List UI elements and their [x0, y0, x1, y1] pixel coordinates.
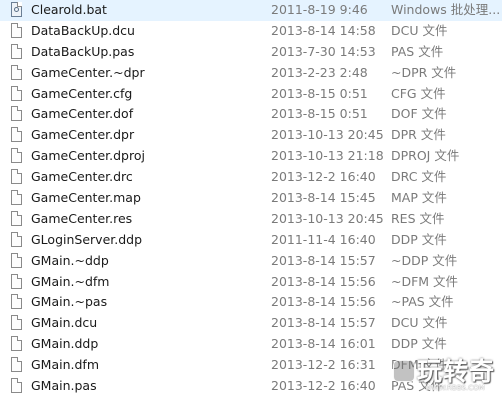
file-date-modified: 2013-10-13 21:18 — [271, 148, 384, 164]
file-icon — [11, 64, 22, 80]
file-list: Clearold.bat 2011-8-19 9:46 Windows 批处理...… — [0, 0, 502, 397]
file-name: GameCenter.map — [31, 190, 141, 206]
file-icon — [11, 43, 22, 59]
file-row[interactable]: GLoginServer.ddp 2011-11-4 16:40 DDP 文件 — [0, 230, 502, 251]
file-name: GMain.ddp — [31, 336, 99, 352]
file-row[interactable]: GameCenter.dof 2013-8-15 0:51 DOF 文件 — [0, 104, 502, 125]
file-icon — [11, 357, 22, 373]
file-type: ~DFM 文件 — [391, 273, 459, 289]
file-row[interactable]: GameCenter.dpr 2013-10-13 20:45 DPR 文件 — [0, 125, 502, 146]
file-row[interactable]: GameCenter.map 2013-8-14 15:45 MAP 文件 — [0, 188, 502, 209]
file-type: DCU 文件 — [391, 22, 448, 38]
file-name: GMain.~ddp — [31, 252, 109, 268]
file-type: DPROJ 文件 — [391, 148, 460, 164]
file-type: ~PAS 文件 — [391, 294, 454, 310]
file-icon — [11, 190, 22, 206]
file-name: GameCenter.cfg — [31, 85, 133, 101]
file-date-modified: 2013-8-14 15:57 — [271, 315, 376, 331]
file-date-modified: 2013-10-13 20:45 — [271, 127, 384, 143]
file-icon — [11, 378, 22, 394]
file-date-modified: 2013-10-13 20:45 — [271, 210, 384, 226]
file-icon — [11, 210, 22, 226]
file-icon — [11, 22, 22, 38]
file-type: DRC 文件 — [391, 169, 447, 185]
file-icon — [11, 336, 22, 352]
file-name: GameCenter.dpr — [31, 127, 135, 143]
file-row[interactable]: GMain.pas 2013-12-2 16:40 PAS 文件 — [0, 376, 502, 397]
file-row[interactable]: DataBackUp.pas 2013-7-30 14:53 PAS 文件 — [0, 42, 502, 63]
file-type: ~DDP 文件 — [391, 252, 458, 268]
file-icon — [11, 127, 22, 143]
file-date-modified: 2011-11-4 16:40 — [271, 231, 376, 247]
file-icon — [11, 252, 22, 268]
file-date-modified: 2013-8-14 15:56 — [271, 273, 376, 289]
batch-file-icon — [11, 2, 22, 17]
file-date-modified: 2013-12-2 16:31 — [271, 357, 376, 373]
file-row[interactable]: GameCenter.res 2013-10-13 20:45 RES 文件 — [0, 209, 502, 230]
file-date-modified: 2013-2-23 2:48 — [271, 64, 368, 80]
file-name: GameCenter.res — [31, 210, 133, 226]
file-icon — [11, 148, 22, 164]
file-name: GameCenter.dof — [31, 106, 134, 122]
file-date-modified: 2013-8-15 0:51 — [271, 106, 368, 122]
file-row[interactable]: GameCenter.~dpr 2013-2-23 2:48 ~DPR 文件 — [0, 63, 502, 84]
file-row[interactable]: GameCenter.drc 2013-12-2 16:40 DRC 文件 — [0, 167, 502, 188]
file-name: GameCenter.dproj — [31, 148, 145, 164]
file-row[interactable]: GMain.~ddp 2013-8-14 15:57 ~DDP 文件 — [0, 251, 502, 272]
file-name: Clearold.bat — [31, 2, 107, 17]
file-row[interactable]: DataBackUp.dcu 2013-8-14 14:58 DCU 文件 — [0, 21, 502, 42]
file-row[interactable]: GMain.~dfm 2013-8-14 15:56 ~DFM 文件 — [0, 272, 502, 293]
file-row[interactable]: GMain.dcu 2013-8-14 15:57 DCU 文件 — [0, 313, 502, 334]
file-name: GMain.pas — [31, 378, 97, 394]
file-type: DFM 文件 — [391, 357, 448, 373]
file-date-modified: 2013-8-14 15:57 — [271, 252, 376, 268]
file-icon — [11, 294, 22, 310]
file-type: RES 文件 — [391, 210, 445, 226]
file-name: GLoginServer.ddp — [31, 231, 143, 247]
file-row[interactable]: GameCenter.cfg 2013-8-15 0:51 CFG 文件 — [0, 84, 502, 105]
file-name: GMain.~dfm — [31, 273, 110, 289]
file-type: DOF 文件 — [391, 106, 447, 122]
file-type: DCU 文件 — [391, 315, 448, 331]
file-name: GMain.dfm — [31, 357, 100, 373]
file-icon — [11, 315, 22, 331]
file-type: DPR 文件 — [391, 127, 446, 143]
file-type: DDP 文件 — [391, 231, 447, 247]
file-type: DDP 文件 — [391, 336, 447, 352]
file-row[interactable]: GMain.dfm 2013-12-2 16:31 DFM 文件 — [0, 355, 502, 376]
file-date-modified: 2013-12-2 16:40 — [271, 378, 376, 394]
file-name: GMain.dcu — [31, 315, 98, 331]
file-date-modified: 2011-8-19 9:46 — [271, 2, 368, 17]
file-icon — [11, 169, 22, 185]
file-date-modified: 2013-12-2 16:40 — [271, 169, 376, 185]
file-date-modified: 2013-8-14 14:58 — [271, 22, 376, 38]
file-row[interactable]: GameCenter.dproj 2013-10-13 21:18 DPROJ 文件 — [0, 146, 502, 167]
file-row[interactable]: GMain.ddp 2013-8-14 16:01 DDP 文件 — [0, 334, 502, 355]
file-name: GameCenter.~dpr — [31, 64, 145, 80]
file-name: DataBackUp.dcu — [31, 22, 135, 38]
file-row[interactable]: GMain.~pas 2013-8-14 15:56 ~PAS 文件 — [0, 292, 502, 313]
file-type: CFG 文件 — [391, 85, 446, 101]
file-icon — [11, 273, 22, 289]
file-type: ~DPR 文件 — [391, 64, 457, 80]
file-date-modified: 2013-8-14 16:01 — [271, 336, 376, 352]
file-type: MAP 文件 — [391, 190, 447, 206]
file-icon — [11, 85, 22, 101]
file-date-modified: 2013-8-15 0:51 — [271, 85, 368, 101]
file-icon — [11, 231, 22, 247]
file-date-modified: 2013-8-14 15:56 — [271, 294, 376, 310]
file-name: GameCenter.drc — [31, 169, 133, 185]
file-icon — [11, 106, 22, 122]
file-date-modified: 2013-7-30 14:53 — [271, 43, 376, 59]
file-row[interactable]: Clearold.bat 2011-8-19 9:46 Windows 批处理... — [0, 0, 502, 21]
file-date-modified: 2013-8-14 15:45 — [271, 190, 376, 206]
file-type: Windows 批处理... — [391, 2, 501, 17]
file-type: PAS 文件 — [391, 43, 444, 59]
file-name: GMain.~pas — [31, 294, 108, 310]
file-type: PAS 文件 — [391, 378, 444, 394]
file-name: DataBackUp.pas — [31, 43, 135, 59]
